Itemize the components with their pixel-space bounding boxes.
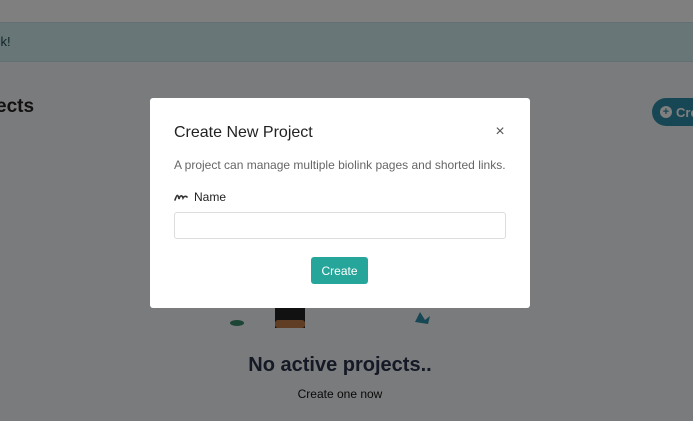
submit-create-button[interactable]: Create bbox=[311, 257, 368, 284]
modal-description: A project can manage multiple biolink pa… bbox=[174, 158, 506, 172]
close-icon[interactable]: × bbox=[490, 122, 510, 142]
name-field-label: Name bbox=[174, 190, 226, 204]
name-label-text: Name bbox=[194, 190, 227, 204]
project-name-input[interactable] bbox=[174, 212, 506, 239]
create-project-modal: Create New Project × A project can manag… bbox=[150, 98, 530, 308]
signature-icon bbox=[174, 194, 188, 201]
modal-title: Create New Project bbox=[174, 124, 313, 141]
